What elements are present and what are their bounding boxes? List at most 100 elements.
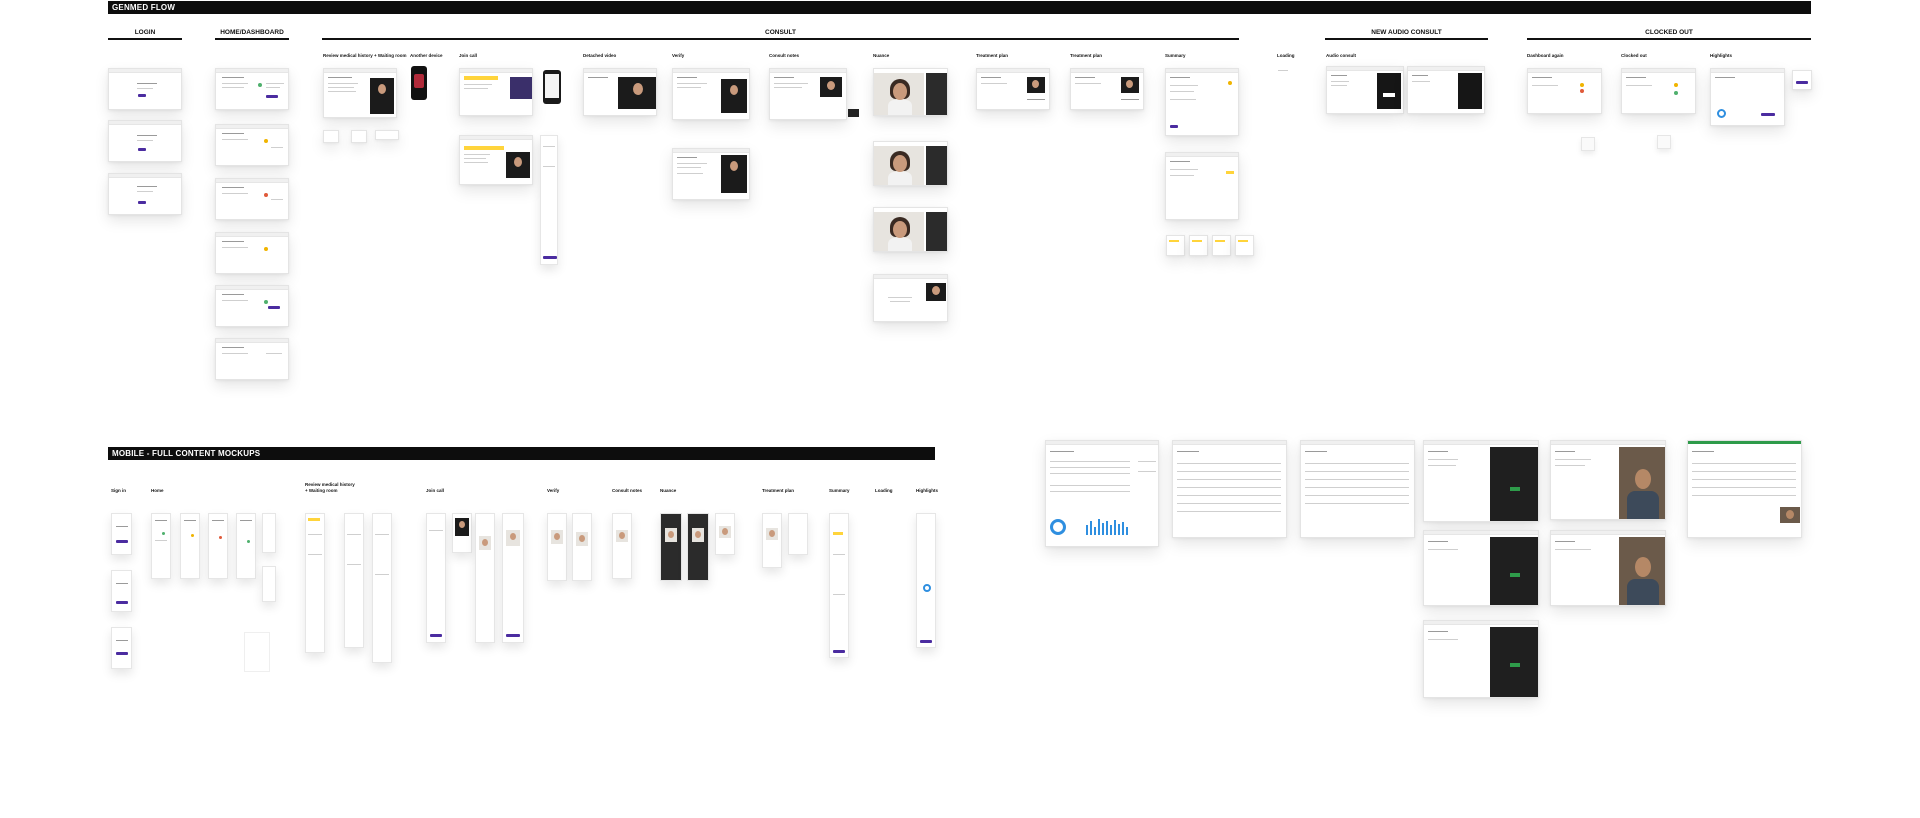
mobile-caption-home: Home xyxy=(151,488,164,493)
dashboard-frame-5 xyxy=(215,285,289,327)
mobile-join-3 xyxy=(475,513,495,643)
dashboard-frame-4 xyxy=(215,232,289,274)
consult-notes-chip xyxy=(848,109,859,117)
mobile-verify-2 xyxy=(572,513,592,581)
mobile-verify-1 xyxy=(547,513,567,581)
dashboard-frame-1 xyxy=(215,68,289,110)
desktop-audio-frame-3 xyxy=(1423,620,1539,698)
mobile-home-6 xyxy=(262,566,276,602)
caption-highlights: Highlights xyxy=(1710,53,1732,58)
summary-frame-1 xyxy=(1165,68,1239,136)
summary-card-2 xyxy=(1189,235,1208,256)
desktop-audio-frame-1 xyxy=(1423,440,1539,522)
mobile-treatment-1 xyxy=(762,513,782,568)
clocked-tile-2 xyxy=(1657,135,1671,149)
mobile-summary xyxy=(829,513,849,658)
join-call-frame-2 xyxy=(459,135,533,185)
caption-review-medical-history: Review medical history + Waiting room xyxy=(323,53,407,58)
summary-card-4 xyxy=(1235,235,1254,256)
join-call-mobile-tall xyxy=(540,135,558,265)
section-new-audio-consult: NEW AUDIO CONSULT xyxy=(1325,29,1488,40)
caption-treatment-plan-1: Treatment plan xyxy=(976,53,1009,58)
desktop-video-frame-2 xyxy=(1550,530,1666,606)
mobile-join-2 xyxy=(452,513,472,553)
mobile-home-2 xyxy=(180,513,200,579)
mobile-caption-nuance: Nuance xyxy=(660,488,677,493)
caption-clocked-out: Clocked out xyxy=(1621,53,1647,58)
review-mini-3 xyxy=(375,130,399,140)
mobile-nuance-2 xyxy=(687,513,709,581)
caption-detached-video: Detached video xyxy=(583,53,617,58)
mobile-join-4 xyxy=(502,513,524,643)
join-call-frame-1 xyxy=(459,68,533,116)
login-frame-3 xyxy=(108,173,182,215)
mobile-review-3 xyxy=(372,513,392,663)
caption-loading: Loading xyxy=(1277,53,1295,58)
review-mini-2 xyxy=(351,130,367,143)
desktop-consultations-frame xyxy=(1687,440,1802,538)
nuance-frame-1 xyxy=(873,68,948,116)
caption-nuance: Nuance xyxy=(873,53,890,58)
dashboard-frame-3 xyxy=(215,178,289,220)
section-login: LOGIN xyxy=(108,29,182,40)
mobile-home-3 xyxy=(208,513,228,579)
nuance-frame-2 xyxy=(873,141,948,186)
mobile-join-1 xyxy=(426,513,446,643)
verify-frame-1 xyxy=(672,68,750,120)
highlights-frame xyxy=(1710,68,1785,126)
mobile-treatment-2 xyxy=(788,513,808,555)
mobile-nuance-1 xyxy=(660,513,682,581)
join-call-phone xyxy=(543,70,561,104)
mobile-caption-loading: Loading xyxy=(875,488,893,493)
mobile-consult-notes xyxy=(612,513,632,579)
desktop-video-frame-1 xyxy=(1550,440,1666,520)
nuance-frame-3 xyxy=(873,207,948,252)
mobile-review-1 xyxy=(305,513,325,653)
mobile-home-4 xyxy=(236,513,256,579)
clocked-tile-1 xyxy=(1581,137,1595,151)
summary-card-3 xyxy=(1212,235,1231,256)
highlights-side-frame xyxy=(1792,70,1812,90)
mobile-home-5 xyxy=(262,513,276,553)
genmed-flow-banner: GENMED FLOW xyxy=(108,1,1811,14)
review-frame xyxy=(323,68,397,118)
mobile-caption-verify: Verify xyxy=(547,488,560,493)
treatment-plan-frame-1 xyxy=(976,68,1050,110)
mobile-caption-review-2: + Waiting room xyxy=(305,488,338,493)
mobile-caption-review-1: Review medical history xyxy=(305,482,355,487)
review-mini-1 xyxy=(323,130,339,143)
desktop-table-frame-1 xyxy=(1172,440,1287,538)
section-consult: CONSULT xyxy=(322,29,1239,40)
another-device-phone xyxy=(411,66,427,100)
mobile-signin-3 xyxy=(111,627,132,669)
login-frame-1 xyxy=(108,68,182,110)
mobile-mockups-banner: MOBILE - FULL CONTENT MOCKUPS xyxy=(108,447,935,460)
mobile-caption-join-call: Join call xyxy=(426,488,445,493)
detached-video-frame xyxy=(583,68,657,116)
login-frame-2 xyxy=(108,120,182,162)
caption-consult-notes: Consult notes xyxy=(769,53,799,58)
section-clocked-out: CLOCKED OUT xyxy=(1527,29,1811,40)
summary-card-1 xyxy=(1166,235,1185,256)
caption-summary: Summary xyxy=(1165,53,1186,58)
caption-another-device: Another device xyxy=(410,53,443,58)
mobile-signin-2 xyxy=(111,570,132,612)
audio-consult-frame-2 xyxy=(1407,66,1485,114)
mobile-signin-1 xyxy=(111,513,132,555)
verify-frame-2 xyxy=(672,148,750,200)
section-home-dashboard: HOME/DASHBOARD xyxy=(215,29,289,40)
consult-notes-frame xyxy=(769,68,847,120)
caption-dashboard-again: Dashboard again xyxy=(1527,53,1564,58)
clocked-out-frame xyxy=(1621,68,1696,114)
desktop-audio-frame-2 xyxy=(1423,530,1539,606)
caption-verify: Verify xyxy=(672,53,685,58)
nuance-frame-4 xyxy=(873,274,948,322)
mobile-home-7 xyxy=(244,632,270,672)
mobile-caption-highlights: Highlights xyxy=(916,488,938,493)
treatment-plan-frame-2 xyxy=(1070,68,1144,110)
mobile-nuance-3 xyxy=(715,513,735,555)
desktop-dashboard-chart-frame xyxy=(1045,440,1159,547)
audio-consult-frame-1 xyxy=(1326,66,1404,114)
caption-treatment-plan-2: Treatment plan xyxy=(1070,53,1103,58)
caption-audio-consult: Audio consult xyxy=(1326,53,1356,58)
